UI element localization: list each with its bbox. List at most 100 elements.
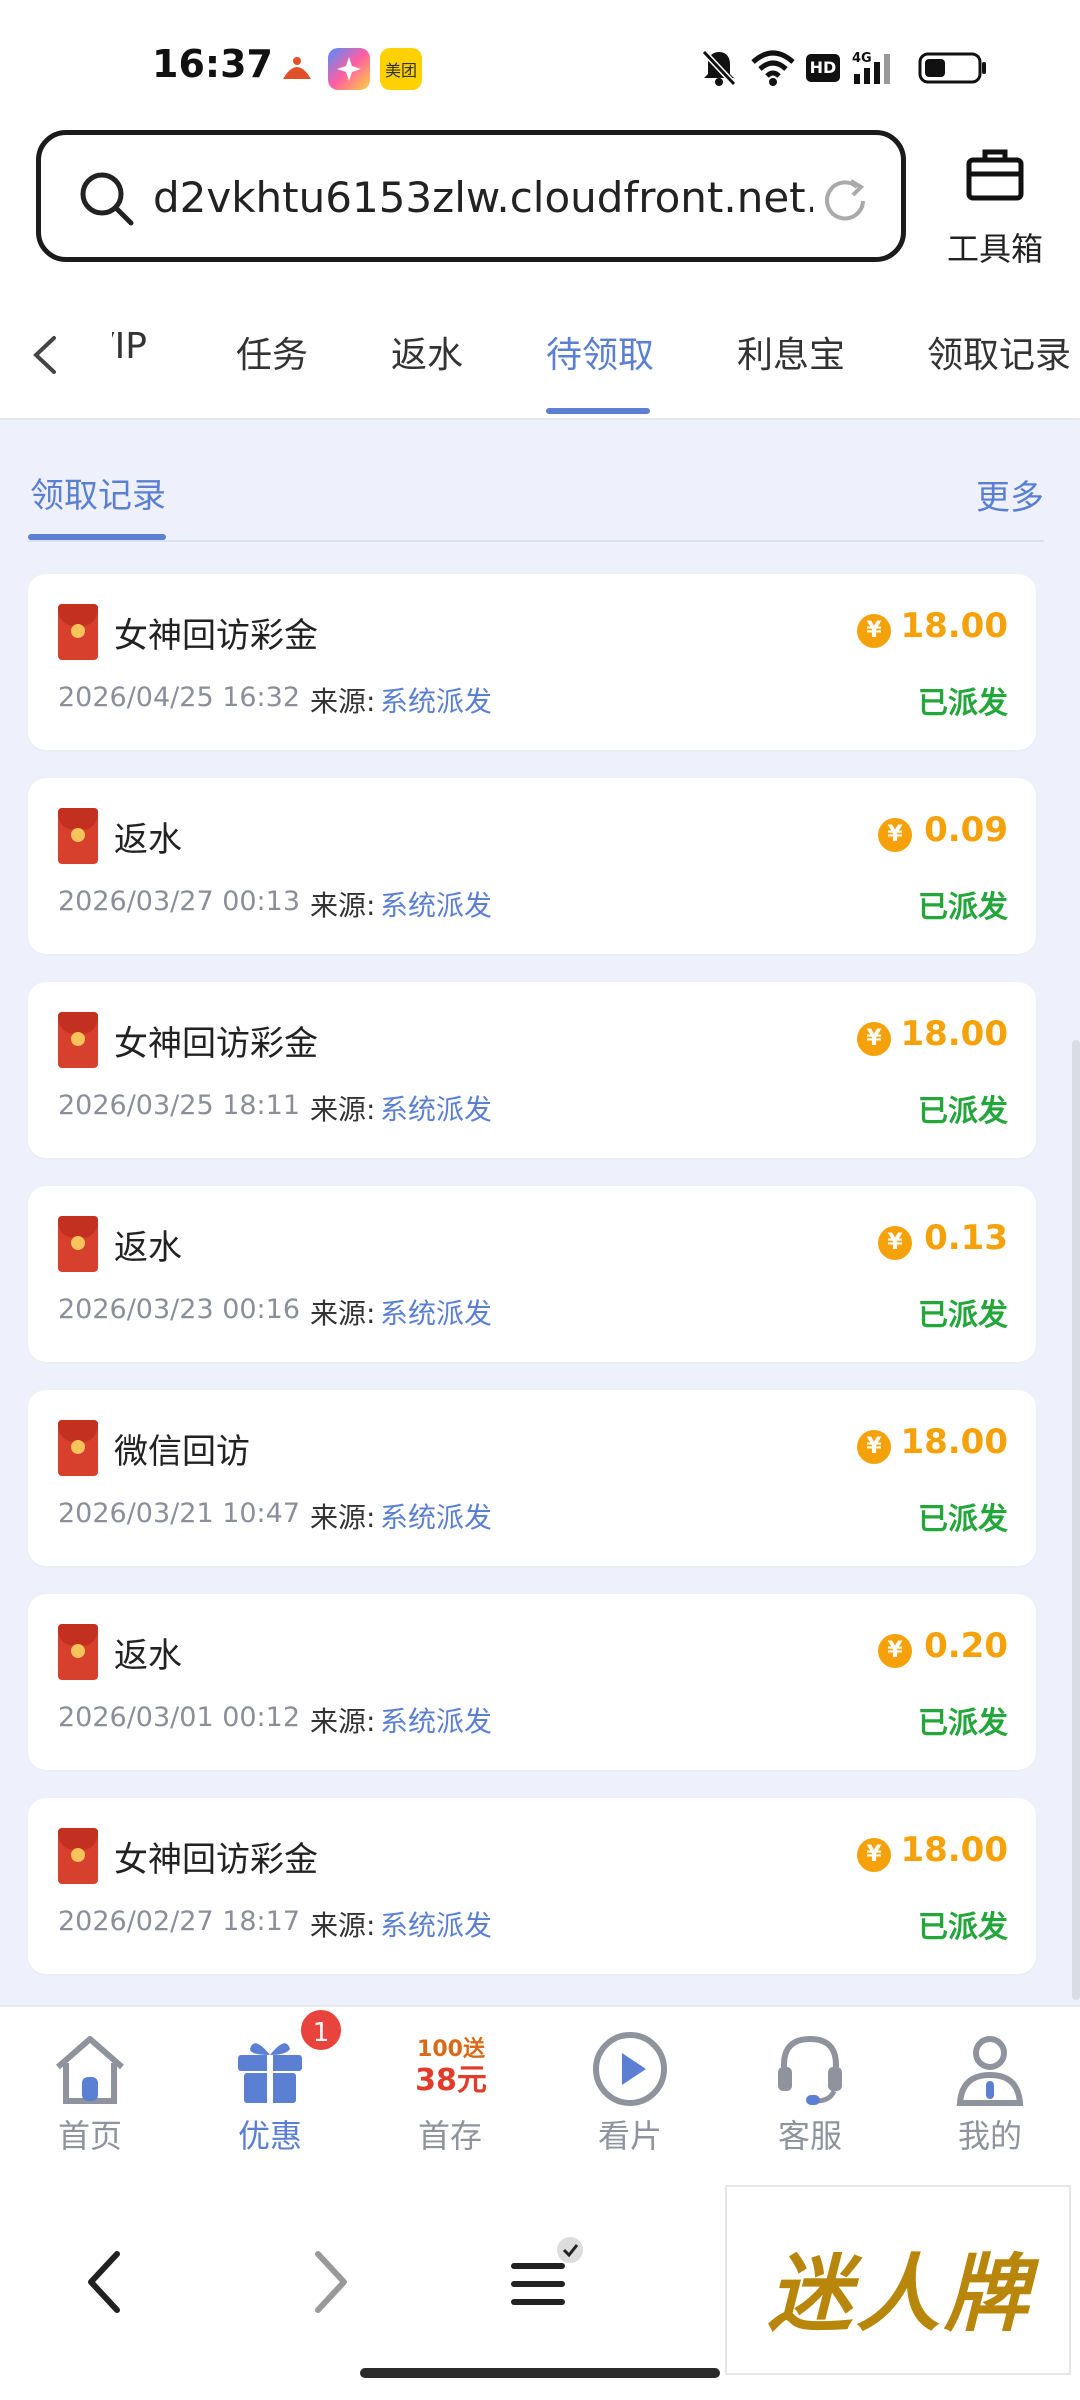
url-text[interactable]: d2vkhtu6153zlw.cloudfront.net... [153,173,813,222]
tab-interest[interactable]: 利息宝 [737,326,845,378]
record-status: 已派发 [918,1706,1008,1741]
record-card[interactable]: 返水 2026/03/23 00:16 来源: 系统派发 ¥0.13 已派发 [28,1186,1036,1362]
record-card[interactable]: 微信回访 2026/03/21 10:47 来源: 系统派发 ¥18.00 已派发 [28,1390,1036,1566]
coin-icon: ¥ [878,1226,912,1260]
record-source-label: 来源: [310,1909,376,1942]
record-source: 系统派发 [380,685,493,718]
network-type-label: 4G [852,51,872,66]
tab-vip[interactable]: VIP [112,326,154,376]
red-envelope-icon [58,604,98,660]
home-icon [56,2036,124,2104]
gallery-icon [328,48,370,90]
tab-tasks[interactable]: 任务 [236,326,308,378]
record-date: 2026/03/25 18:11 [58,1090,301,1121]
toolbox-icon [966,149,1024,201]
red-envelope-icon [58,1216,98,1272]
url-bar[interactable]: d2vkhtu6153zlw.cloudfront.net... [36,130,906,262]
mute-bell-icon [701,49,737,87]
record-source-label: 来源: [310,1093,376,1126]
nav-offers[interactable]: 1 优惠 [180,2007,360,2184]
record-title: 女神回访彩金 [114,1024,318,1064]
app-root: 16:37 美团 HD 4G d2vkhtu6153zlw.cloudfront… [0,0,1080,2400]
menu-icon[interactable] [490,2232,590,2332]
nav-home[interactable]: 首页 [0,2007,180,2184]
record-date: 2026/03/23 00:16 [58,1294,301,1325]
record-status: 已派发 [918,890,1008,925]
user-icon [956,2036,1024,2106]
record-amount: 0.20 [924,1626,1008,1666]
record-amount: 0.09 [924,810,1008,850]
record-source: 系统派发 [380,1297,493,1330]
record-amount: 18.00 [900,1014,1008,1054]
reload-icon[interactable] [817,173,873,229]
nav-profile[interactable]: 我的 [900,2007,1080,2184]
meituan-label: 美团 [384,61,417,80]
chevron-left-icon[interactable] [28,332,62,378]
record-status: 已派发 [918,1910,1008,1945]
signal-icon: 4G [852,51,890,84]
tab-bar: VIP 任务 返水 待领取 利息宝 领取记录 [0,300,1080,420]
record-source-label: 来源: [310,1705,376,1738]
search-icon [80,172,134,226]
record-amount: 0.13 [924,1218,1008,1258]
back-icon[interactable] [55,2232,155,2332]
record-amount: 18.00 [900,1830,1008,1870]
scrollbar[interactable] [1072,1040,1080,2000]
coin-icon: ¥ [857,1430,891,1464]
record-card[interactable]: 女神回访彩金 2026/03/25 18:11 来源: 系统派发 ¥18.00 已派发 [28,982,1036,1158]
nav-support[interactable]: 客服 [720,2007,900,2184]
ad-banner[interactable]: 迷人牌 [725,2185,1071,2375]
record-source: 系统派发 [380,1705,493,1738]
section-title[interactable]: 领取记录 [30,468,166,517]
record-card[interactable]: 返水 2026/03/01 00:12 来源: 系统派发 ¥0.20 已派发 [28,1594,1036,1770]
record-card[interactable]: 女神回访彩金 2026/04/25 16:32 来源: 系统派发 ¥18.00 已派发 [28,574,1036,750]
nav-watch-label: 看片 [597,2117,662,2155]
record-status: 已派发 [918,1094,1008,1129]
coin-icon: ¥ [857,614,891,648]
gift-icon [238,2043,302,2103]
tab-claim-records[interactable]: 领取记录 [927,326,1071,378]
record-date: 2026/03/21 10:47 [58,1498,301,1529]
tab-pending[interactable]: 待领取 [546,326,654,378]
record-card[interactable]: 返水 2026/03/27 00:13 来源: 系统派发 ¥0.09 已派发 [28,778,1036,954]
record-title: 返水 [114,1636,182,1676]
nav-first-deposit[interactable]: 100送 38元 首存 [360,2007,540,2184]
toolbox-button[interactable]: 工具箱 [935,142,1055,268]
nav-profile-label: 我的 [957,2117,1022,2155]
nav-watch[interactable]: 看片 [540,2007,720,2184]
home-indicator[interactable] [360,2368,720,2378]
promo-top-text: 100送 [417,2037,485,2062]
meituan-icon: 美团 [380,48,422,90]
red-envelope-icon [58,808,98,864]
coin-icon: ¥ [878,818,912,852]
forward-icon[interactable] [280,2232,380,2332]
more-link[interactable]: 更多 [976,470,1044,519]
coin-icon: ¥ [857,1838,891,1872]
nav-first-deposit-label: 首存 [417,2117,482,2155]
record-title: 返水 [114,1228,182,1268]
record-source: 系统派发 [380,1093,493,1126]
record-title: 女神回访彩金 [114,616,318,656]
battery-icon [918,52,986,84]
wifi-icon [751,50,795,86]
nav-offers-label: 优惠 [237,2117,302,2155]
red-envelope-icon [58,1012,98,1068]
record-status: 已派发 [918,686,1008,721]
record-card[interactable]: 女神回访彩金 2026/02/27 18:17 来源: 系统派发 ¥18.00 已派发 [28,1798,1036,1974]
record-source-label: 来源: [310,889,376,922]
tab-rebate[interactable]: 返水 [391,326,463,378]
record-date: 2026/04/25 16:32 [58,682,301,713]
record-title: 返水 [114,820,182,860]
play-icon [593,2032,667,2106]
record-source: 系统派发 [380,1909,493,1942]
red-envelope-icon [58,1420,98,1476]
coin-icon: ¥ [857,1022,891,1056]
record-source-label: 来源: [310,1297,376,1330]
record-date: 2026/03/27 00:13 [58,886,301,917]
headset-icon [778,2035,842,2105]
status-bar: 16:37 美团 HD 4G [0,0,1080,125]
hd-badge: HD [806,54,840,82]
record-source: 系统派发 [380,889,493,922]
ad-icon [276,48,318,90]
red-envelope-icon [58,1624,98,1680]
